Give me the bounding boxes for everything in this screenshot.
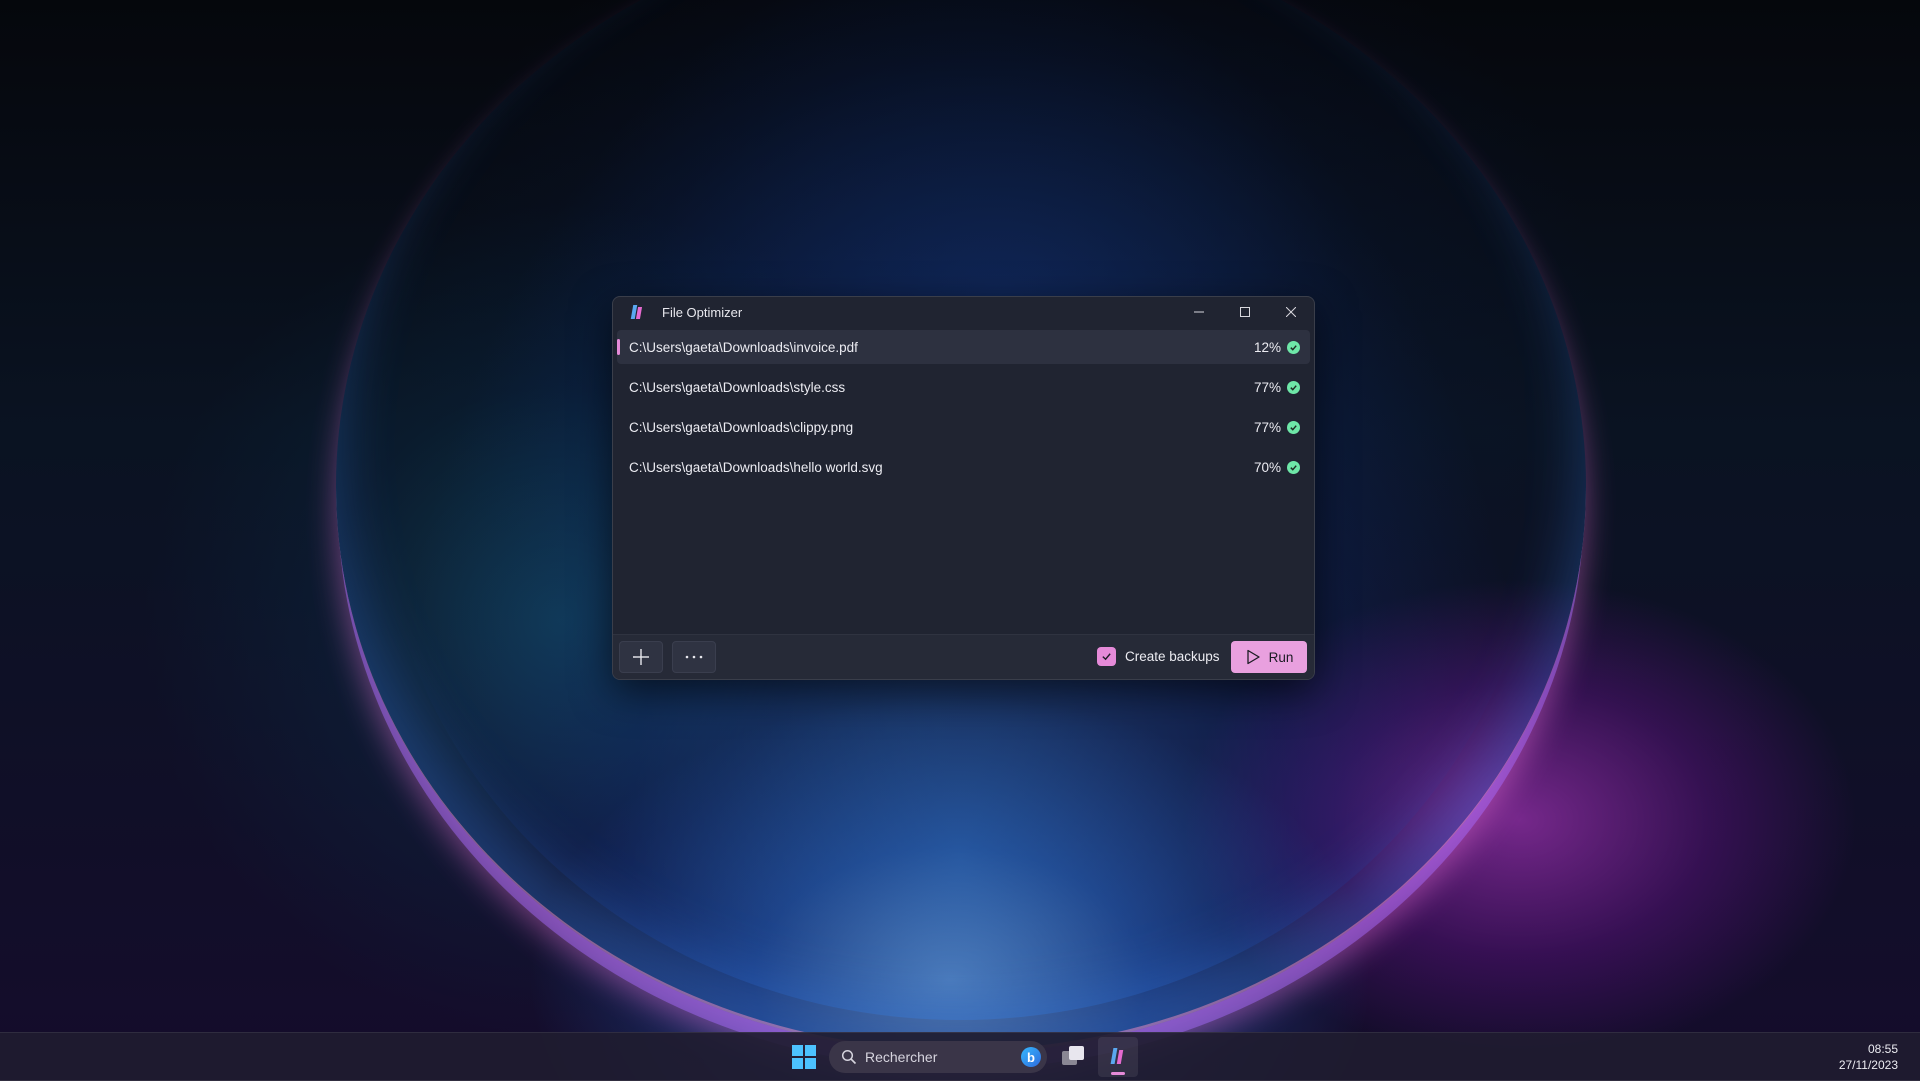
file-path: C:\Users\gaeta\Downloads\hello world.svg: [629, 459, 883, 475]
system-clock[interactable]: 08:55 27/11/2023: [1839, 1041, 1898, 1073]
maximize-icon: [1240, 307, 1250, 317]
file-list: C:\Users\gaeta\Downloads\invoice.pdf 12%…: [617, 330, 1310, 490]
task-view-icon[interactable]: [1062, 1045, 1086, 1069]
search-icon: [841, 1049, 857, 1065]
success-check-icon: [1287, 380, 1300, 394]
taskbar: Rechercher b 08:55 27/11/2023: [0, 1032, 1920, 1081]
taskbar-search[interactable]: Rechercher b: [829, 1041, 1047, 1073]
create-backups-checkbox[interactable]: Create backups: [1097, 647, 1220, 666]
search-placeholder: Rechercher: [865, 1049, 938, 1065]
create-backups-label: Create backups: [1125, 649, 1220, 664]
minimize-button[interactable]: [1176, 297, 1222, 327]
compression-percent: 77%: [1253, 419, 1281, 435]
file-row[interactable]: C:\Users\gaeta\Downloads\clippy.png 77%: [617, 410, 1310, 444]
windows-start-icon[interactable]: [792, 1045, 816, 1069]
checkmark-icon[interactable]: [1097, 647, 1116, 666]
plus-icon: [633, 649, 649, 665]
success-check-icon: [1287, 340, 1300, 354]
file-row[interactable]: C:\Users\gaeta\Downloads\invoice.pdf 12%: [617, 330, 1310, 364]
clock-time: 08:55: [1867, 1042, 1898, 1056]
compression-percent: 77%: [1253, 379, 1281, 395]
more-options-button[interactable]: [672, 641, 716, 673]
more-icon: [685, 655, 703, 659]
success-check-icon: [1287, 460, 1300, 474]
compression-percent: 12%: [1253, 339, 1281, 355]
file-row[interactable]: C:\Users\gaeta\Downloads\hello world.svg…: [617, 450, 1310, 484]
play-icon: [1246, 649, 1260, 665]
command-bar: Create backups Run: [613, 634, 1314, 679]
file-optimizer-taskbar-icon[interactable]: [1098, 1037, 1138, 1077]
file-path: C:\Users\gaeta\Downloads\clippy.png: [629, 419, 854, 435]
close-button[interactable]: [1268, 297, 1314, 327]
clock-date: 27/11/2023: [1838, 1058, 1898, 1072]
minimize-icon: [1194, 311, 1204, 313]
add-file-button[interactable]: [619, 641, 663, 673]
success-check-icon: [1287, 420, 1300, 434]
run-button[interactable]: Run: [1231, 641, 1307, 673]
app-icon: [630, 304, 644, 320]
compression-percent: 70%: [1253, 459, 1281, 475]
title-bar[interactable]: File Optimizer: [613, 297, 1314, 327]
file-path: C:\Users\gaeta\Downloads\invoice.pdf: [629, 339, 858, 355]
file-row[interactable]: C:\Users\gaeta\Downloads\style.css 77%: [617, 370, 1310, 404]
window-title: File Optimizer: [662, 304, 743, 320]
file-path: C:\Users\gaeta\Downloads\style.css: [629, 379, 846, 395]
maximize-button[interactable]: [1222, 297, 1268, 327]
run-label: Run: [1268, 649, 1294, 665]
close-icon: [1286, 307, 1296, 317]
bing-icon[interactable]: b: [1021, 1047, 1041, 1067]
file-optimizer-window: File Optimizer C:\Users\gaeta\Downloads\…: [612, 296, 1315, 680]
